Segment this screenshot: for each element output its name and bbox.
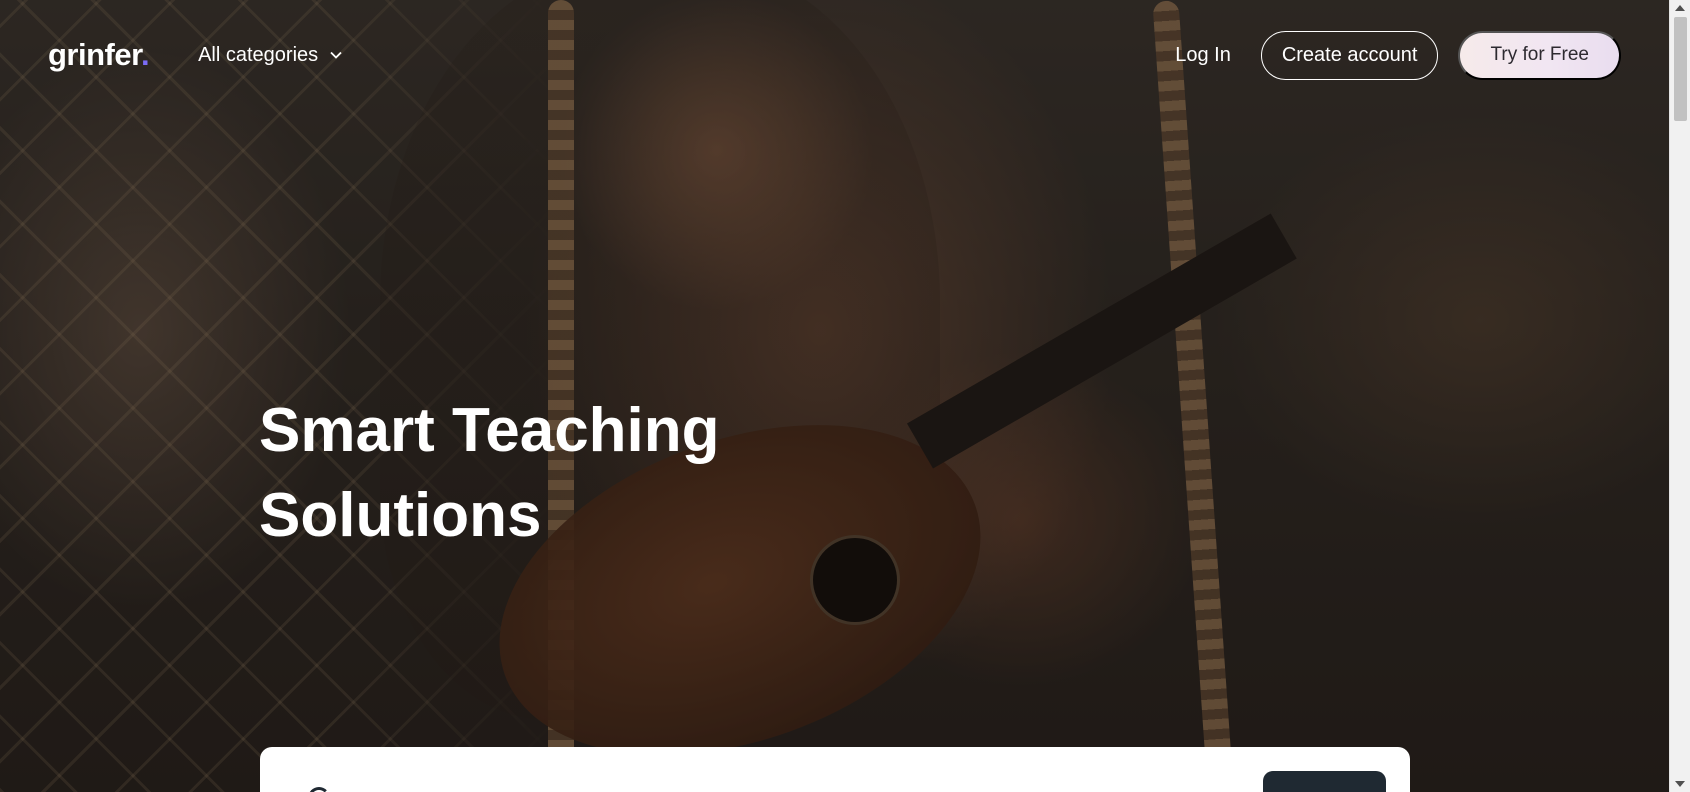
brand-logo[interactable]: grinfer. <box>48 37 150 73</box>
chevron-down-icon <box>330 51 342 59</box>
scroll-up-arrow-icon[interactable] <box>1675 5 1685 11</box>
hero-headline: Smart Teaching Solutions <box>259 388 859 558</box>
login-link[interactable]: Log In <box>1175 44 1231 67</box>
all-categories-dropdown[interactable]: All categories <box>198 44 342 67</box>
scrollbar-thumb[interactable] <box>1674 17 1687 121</box>
categories-label: All categories <box>198 43 319 66</box>
hero-headline-line-2: Solutions <box>259 481 542 550</box>
try-for-free-button[interactable]: Try for Free <box>1458 30 1621 80</box>
brand-name: grinfer <box>48 37 141 72</box>
create-account-button[interactable]: Create account <box>1260 30 1439 80</box>
scroll-down-arrow-icon[interactable] <box>1675 781 1685 787</box>
nav-actions: Log In Create account Try for Free <box>1175 30 1621 80</box>
brand-dot: . <box>140 37 150 72</box>
search-button[interactable] <box>1263 771 1386 792</box>
top-navigation: grinfer. All categories Log In Create ac… <box>0 0 1669 110</box>
hero-headline-line-1: Smart Teaching <box>259 396 720 465</box>
page-scrollbar[interactable] <box>1669 0 1690 792</box>
search-icon <box>308 787 330 792</box>
search-card <box>260 747 1410 792</box>
